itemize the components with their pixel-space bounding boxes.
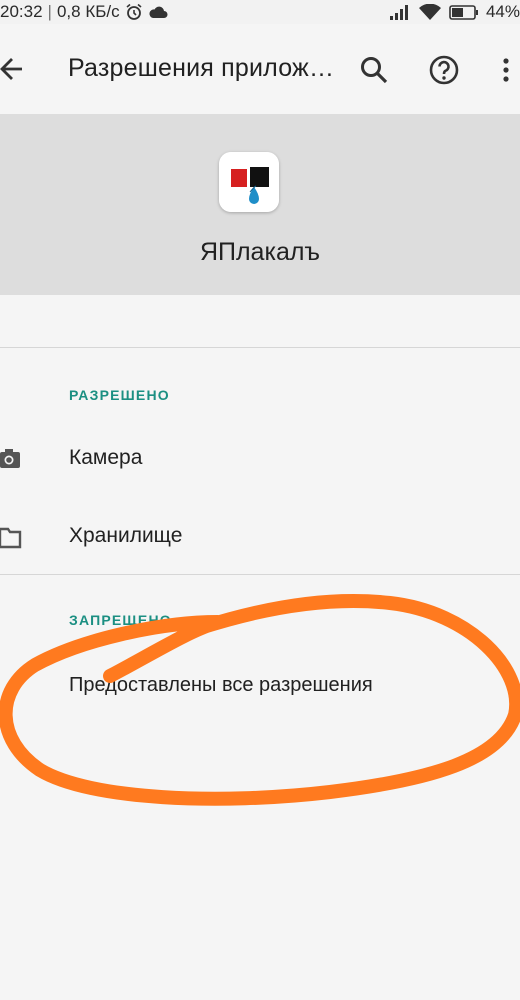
status-bar: 20:32 | 0,8 КБ/с 44% bbox=[0, 0, 520, 24]
network-speed: 0,8 КБ/с bbox=[56, 2, 120, 21]
all-permissions-granted-text: Предоставлены все разрешения bbox=[69, 674, 373, 696]
search-icon[interactable] bbox=[358, 54, 390, 86]
permission-label-storage: Хранилище bbox=[69, 524, 183, 547]
permission-label-camera: Камера bbox=[69, 446, 143, 469]
app-name: ЯПлакалъ bbox=[199, 238, 321, 266]
status-separator: | bbox=[47, 2, 52, 21]
divider bbox=[0, 347, 520, 348]
permission-item-camera[interactable]: Камера bbox=[0, 424, 520, 494]
more-vert-icon[interactable] bbox=[496, 54, 516, 86]
cloud-icon bbox=[149, 6, 168, 18]
page-title: Разрешения приложения bbox=[68, 54, 338, 82]
battery-percent: 44% bbox=[485, 2, 520, 21]
help-icon[interactable] bbox=[428, 54, 460, 86]
app-bar: Разрешения приложения bbox=[0, 24, 520, 114]
status-left: 20:32 | 0,8 КБ/с bbox=[0, 2, 168, 22]
denied-section-label: ЗАПРЕЩЕНО bbox=[69, 612, 172, 628]
app-header: ЯПлакалъ bbox=[0, 114, 520, 295]
status-time: 20:32 bbox=[0, 2, 43, 21]
alarm-icon bbox=[126, 3, 142, 20]
folder-icon bbox=[0, 527, 22, 549]
wifi-icon bbox=[418, 3, 441, 20]
permission-item-storage[interactable]: Хранилище bbox=[0, 502, 520, 572]
status-right: 44% bbox=[389, 2, 520, 22]
app-logo-icon bbox=[219, 152, 279, 212]
camera-icon bbox=[0, 449, 20, 468]
back-arrow-icon[interactable] bbox=[0, 54, 24, 84]
signal-icon bbox=[389, 5, 408, 20]
battery-icon bbox=[449, 4, 478, 20]
divider bbox=[0, 574, 520, 575]
allowed-section-label: РАЗРЕШЕНО bbox=[69, 387, 170, 403]
